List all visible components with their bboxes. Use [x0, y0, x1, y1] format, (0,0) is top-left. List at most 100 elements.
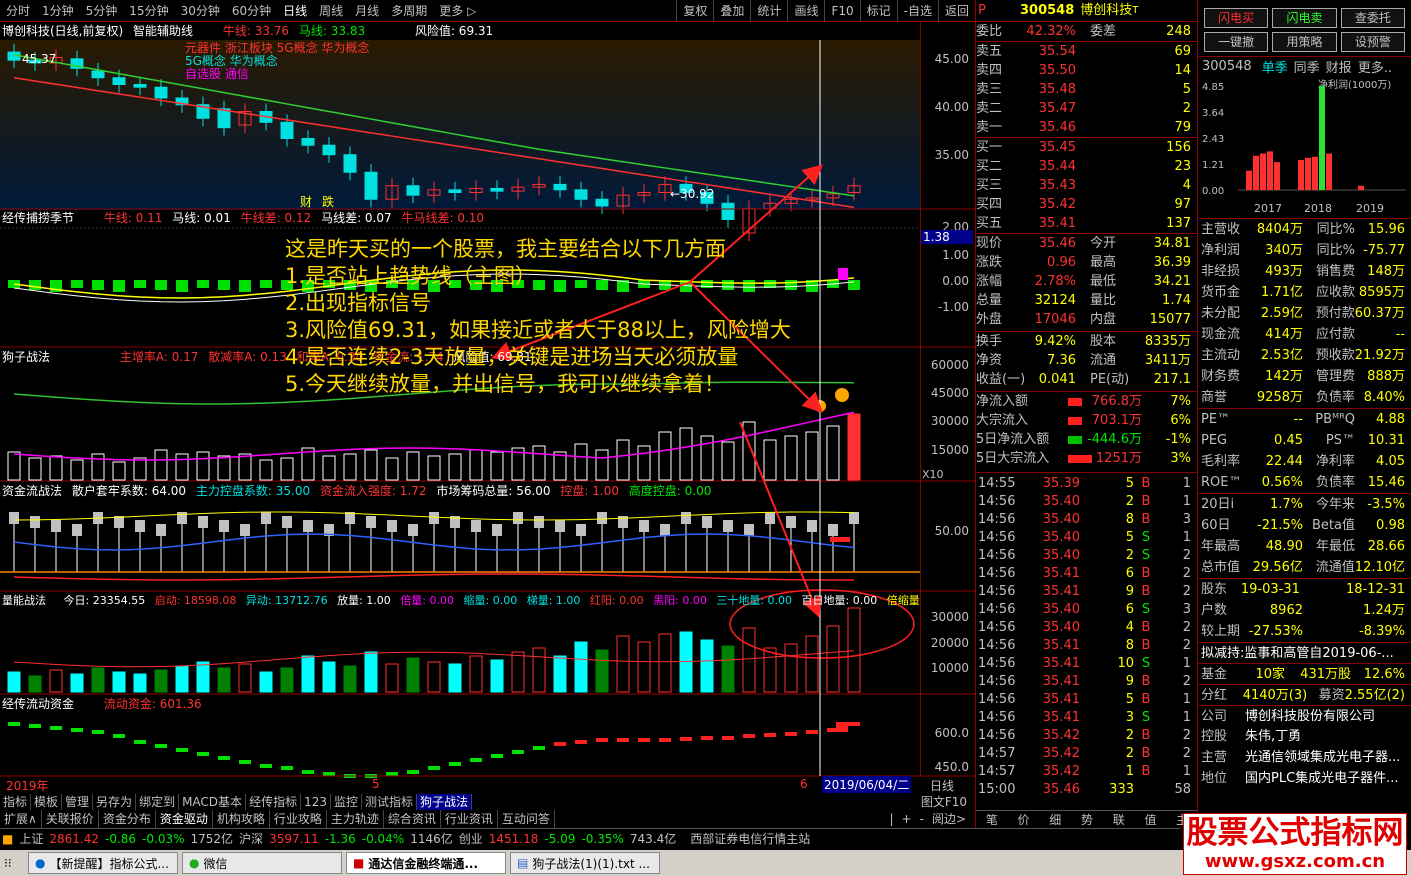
ext-inst[interactable]: 机构攻略 [213, 810, 270, 828]
taskbar-grip-icon[interactable]: ⁝⁝ [0, 856, 26, 870]
tab-test[interactable]: 测试指标 [362, 794, 418, 810]
tool-watchlist[interactable]: -自选 [896, 0, 938, 22]
candle-body [217, 108, 231, 129]
tab-indicator[interactable]: 指标 [0, 794, 32, 810]
tab-jingchuan[interactable]: 经传指标 [246, 794, 302, 810]
fin-row: 主流动 2.53亿 预收款 21.92万 [1201, 348, 1405, 363]
p4-cap [849, 512, 859, 524]
tab-template[interactable]: 模板 [31, 794, 63, 810]
period-30min[interactable]: 30分钟 [175, 0, 226, 22]
quote-p-icon: P [978, 3, 986, 18]
fin-tab-quarter[interactable]: 单季 [1262, 57, 1288, 76]
quote-stats2: 换手 9.42% 股本 8335万 净资 7.36 流通 3411万 收益(一) 0.041 P… [976, 331, 1197, 389]
flow-5d-block: 5日大宗流入 1251万 3% [976, 451, 1191, 466]
use-strategy-button[interactable]: 用策略 [1272, 32, 1337, 52]
quote-stats: 现价 35.46 今开 34.81 涨跌 0.96 最高 36.39 涨幅 2.78% 最低 34… [976, 233, 1197, 329]
qtab-lian[interactable]: 联 [1103, 811, 1135, 828]
price-low-label: ←30.92 [670, 187, 715, 201]
p4-cap [219, 520, 229, 532]
period-60min[interactable]: 60分钟 [226, 0, 277, 22]
fin-row: 现金流 414万 应付款 -- [1201, 327, 1405, 342]
liquidity-mark [638, 738, 650, 742]
qtab-bi[interactable]: 笔 [976, 811, 1008, 828]
fin-tab-report[interactable]: 财报 [1326, 57, 1352, 76]
period-weekly[interactable]: 周线 [313, 0, 349, 22]
liquidity-mark [281, 766, 293, 770]
ext-fund-drive[interactable]: 资金驱动 [156, 810, 213, 828]
ext-main-track[interactable]: 主力轨迹 [327, 810, 384, 828]
ext-toggle[interactable]: 扩展∧ [0, 810, 42, 828]
tab-gouzi[interactable]: 狗子战法 [417, 794, 473, 810]
p3-bar [238, 453, 252, 481]
p3-bar [217, 455, 231, 481]
p4-cap [51, 520, 61, 532]
period-15min[interactable]: 15分钟 [123, 0, 174, 22]
zoom-out-button[interactable]: - [916, 810, 928, 828]
tool-f10[interactable]: F10 [824, 0, 859, 22]
cancel-all-button[interactable]: 一键撤 [1204, 32, 1269, 52]
set-alert-button[interactable]: 设预警 [1340, 32, 1405, 52]
tool-fuquan[interactable]: 复权 [676, 0, 713, 22]
liquidity-mark [71, 728, 83, 732]
qtab-zhi[interactable]: 值 [1135, 811, 1167, 828]
liquidity-mark [722, 736, 734, 740]
tool-mark[interactable]: 标记 [859, 0, 897, 22]
tab-saveas[interactable]: 另存为 [93, 794, 137, 810]
qtab-shi[interactable]: 势 [1071, 811, 1103, 828]
period-multi[interactable]: 多周期 [385, 0, 433, 22]
tab-bind[interactable]: 绑定到 [136, 794, 180, 810]
tool-back[interactable]: 返回 [937, 0, 975, 22]
tab-123[interactable]: 123 [301, 794, 331, 810]
liquidity-mark [449, 762, 461, 766]
ext-news[interactable]: 综合资讯 [384, 810, 441, 828]
liquidity-mark [113, 734, 125, 738]
tick-row: 14:56 35.41 3 S 1 [978, 710, 1191, 725]
task-notepad[interactable]: ▤ 狗子战法(1)(1).txt ... [510, 852, 660, 874]
tick-list[interactable]: 14:55 35.39 5 B 1 14:56 35.40 2 B 1 14:56 35.40 8 B 3 1… [976, 472, 1197, 799]
tool-stats[interactable]: 统计 [750, 0, 787, 22]
liquidity-mark [197, 752, 209, 756]
zoom-in-button[interactable]: + [898, 810, 916, 828]
flash-sell-button[interactable]: 闪电卖 [1272, 8, 1337, 28]
period-more[interactable]: 更多 ▷ [433, 0, 482, 22]
ext-ind-news[interactable]: 行业资讯 [441, 810, 498, 828]
marker-die: 跌 [322, 195, 335, 209]
ext-fund-dist[interactable]: 资金分布 [99, 810, 156, 828]
query-order-button[interactable]: 查委托 [1340, 8, 1405, 28]
ext-industry[interactable]: 行业攻略 [270, 810, 327, 828]
candle-body [301, 138, 315, 146]
qtab-xi[interactable]: 细 [1039, 811, 1071, 828]
buy-4: 买四 35.42 97 [976, 197, 1191, 212]
tool-draw[interactable]: 画线 [787, 0, 824, 22]
fin-tab-more[interactable]: 更多.. [1358, 57, 1392, 76]
volume-bar [280, 667, 294, 693]
task-tdx[interactable]: ■ 通达信金融终端通... [346, 852, 506, 874]
tick-row: 14:56 35.42 2 B 2 [978, 728, 1191, 743]
fin-tab-same[interactable]: 同季 [1294, 57, 1320, 76]
ext-related[interactable]: 关联报价 [42, 810, 99, 828]
period-fenshi[interactable]: 分时 [0, 0, 36, 22]
period-1min[interactable]: 1分钟 [36, 0, 80, 22]
period-daily[interactable]: 日线 [277, 0, 313, 22]
task-reminder[interactable]: ● 【新提醒】指标公式... [28, 852, 178, 874]
p4-cap [408, 524, 418, 536]
tab-f10-text[interactable]: 图文F10 [918, 794, 970, 810]
qtab-jia[interactable]: 价 [1008, 811, 1040, 828]
tool-overlay[interactable]: 叠加 [713, 0, 750, 22]
p2-bar [260, 280, 272, 288]
period-5min[interactable]: 5分钟 [80, 0, 124, 22]
tdx-icon: ■ [353, 856, 365, 870]
volume-bar [721, 645, 735, 693]
tab-macd[interactable]: MACD基本 [179, 794, 247, 810]
tab-monitor[interactable]: 监控 [331, 794, 362, 810]
flash-buy-button[interactable]: 闪电买 [1204, 8, 1269, 28]
task-wechat[interactable]: ● 微信 [182, 852, 342, 874]
p4-cap [765, 512, 775, 524]
chart-canvas[interactable] [0, 22, 975, 794]
p3-bar [133, 457, 147, 481]
ext-qa[interactable]: 互动问答 [498, 810, 555, 828]
read-side-button[interactable]: 阅边> [928, 810, 970, 828]
tab-manage[interactable]: 管理 [62, 794, 94, 810]
period-monthly[interactable]: 月线 [349, 0, 385, 22]
candle-body [322, 144, 336, 156]
